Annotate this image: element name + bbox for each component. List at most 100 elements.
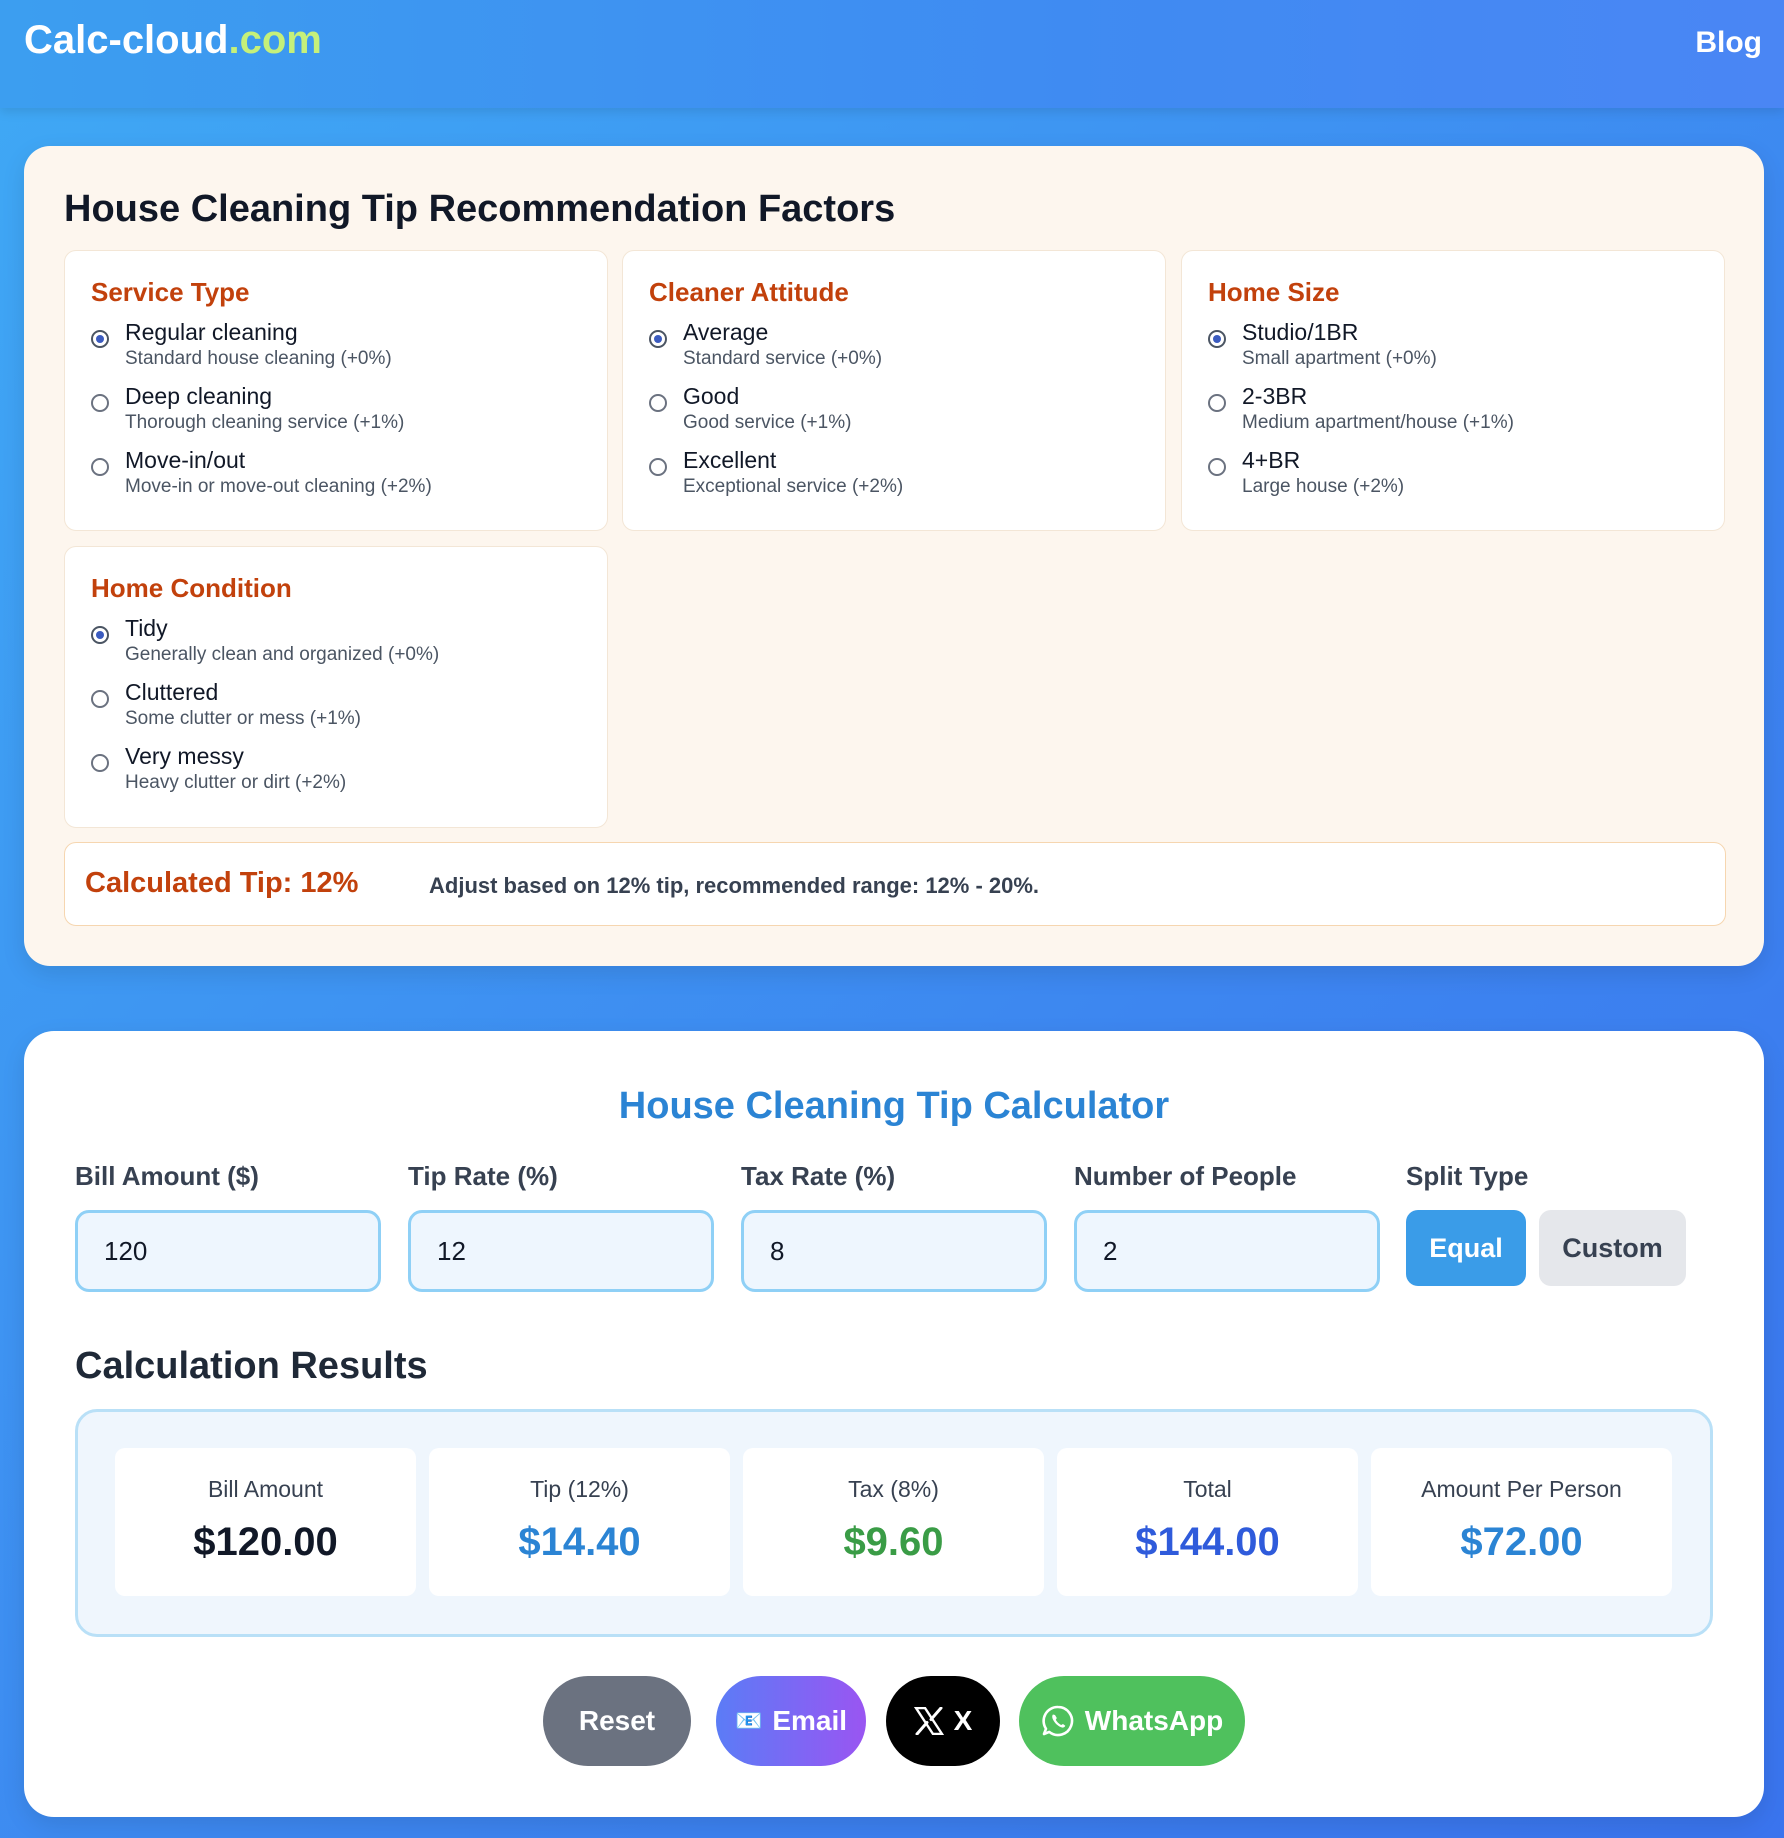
radio-button[interactable] — [91, 394, 109, 412]
option-description: Medium apartment/house (+1%) — [1242, 412, 1514, 433]
option-very-messy[interactable]: Very messy Heavy clutter or dirt (+2%) — [91, 742, 581, 806]
option-good[interactable]: Good Good service (+1%) — [649, 382, 1139, 446]
result-total: Total $144.00 — [1057, 1448, 1358, 1596]
result-label: Amount Per Person — [1421, 1476, 1622, 1502]
option-description: Generally clean and organized (+0%) — [125, 644, 440, 665]
option-regular-cleaning[interactable]: Regular cleaning Standard house cleaning… — [91, 318, 581, 382]
logo-main-text: Calc-cloud — [24, 18, 229, 62]
bill-amount-input[interactable] — [75, 1210, 381, 1292]
radio-button[interactable] — [91, 330, 109, 348]
radio-button[interactable] — [1208, 458, 1226, 476]
factors-title: House Cleaning Tip Recommendation Factor… — [64, 188, 896, 230]
x-label: X — [953, 1705, 973, 1736]
whatsapp-label: WhatsApp — [1084, 1705, 1224, 1736]
number-of-people-label: Number of People — [1074, 1161, 1297, 1191]
split-type-label: Split Type — [1406, 1161, 1529, 1191]
result-value: $144.00 — [1135, 1520, 1280, 1564]
option-description: Heavy clutter or dirt (+2%) — [125, 772, 347, 793]
radio-button[interactable] — [649, 458, 667, 476]
whatsapp-icon — [1041, 1704, 1075, 1738]
email-icon: 📧 — [734, 1708, 763, 1733]
result-per-person: Amount Per Person $72.00 — [1371, 1448, 1672, 1596]
calculated-tip-box: Calculated Tip: 12% Adjust based on 12% … — [64, 842, 1726, 926]
home-size-heading: Home Size — [1208, 277, 1340, 307]
radio-button[interactable] — [1208, 330, 1226, 348]
option-4plus-br[interactable]: 4+BR Large house (+2%) — [1208, 446, 1698, 510]
tax-rate-label: Tax Rate (%) — [741, 1161, 896, 1191]
result-label: Tax (8%) — [848, 1476, 939, 1502]
option-tidy[interactable]: Tidy Generally clean and organized (+0%) — [91, 614, 581, 678]
option-deep-cleaning[interactable]: Deep cleaning Thorough cleaning service … — [91, 382, 581, 446]
results-title: Calculation Results — [75, 1345, 428, 1387]
option-label: Deep cleaning — [125, 383, 273, 409]
option-label: Average — [683, 319, 769, 345]
home-condition-group: Home Condition Tidy Generally clean and … — [64, 546, 608, 828]
split-equal-button[interactable]: Equal — [1406, 1210, 1526, 1286]
radio-button[interactable] — [91, 626, 109, 644]
option-move-in-out[interactable]: Move-in/out Move-in or move-out cleaning… — [91, 446, 581, 510]
result-value: $72.00 — [1460, 1520, 1583, 1564]
calculated-tip-title: Calculated Tip: 12% — [85, 867, 359, 899]
option-description: Exceptional service (+2%) — [683, 476, 904, 497]
calculator-title: House Cleaning Tip Calculator — [618, 1085, 1170, 1127]
option-excellent[interactable]: Excellent Exceptional service (+2%) — [649, 446, 1139, 510]
option-label: Studio/1BR — [1242, 319, 1359, 345]
blog-link[interactable]: Blog — [1695, 26, 1762, 60]
results-panel: Bill Amount $120.00 Tip (12%) $14.40 Tax… — [75, 1409, 1713, 1637]
result-label: Bill Amount — [207, 1476, 324, 1502]
result-value: $9.60 — [843, 1520, 944, 1564]
number-of-people-input[interactable] — [1074, 1210, 1380, 1292]
radio-button[interactable] — [649, 330, 667, 348]
option-label: Tidy — [125, 615, 168, 641]
option-description: Move-in or move-out cleaning (+2%) — [125, 476, 432, 497]
option-average[interactable]: Average Standard service (+0%) — [649, 318, 1139, 382]
service-type-heading: Service Type — [91, 277, 250, 307]
option-description: Some clutter or mess (+1%) — [125, 708, 361, 729]
option-description: Standard service (+0%) — [683, 348, 883, 369]
bill-amount-label: Bill Amount ($) — [75, 1161, 259, 1191]
radio-button[interactable] — [649, 394, 667, 412]
tip-rate-label: Tip Rate (%) — [408, 1161, 558, 1191]
option-label: Regular cleaning — [125, 319, 298, 345]
option-label: 2-3BR — [1242, 383, 1308, 409]
option-description: Good service (+1%) — [683, 412, 852, 433]
option-description: Large house (+2%) — [1242, 476, 1405, 497]
option-label: Cluttered — [125, 679, 219, 705]
radio-button[interactable] — [1208, 394, 1226, 412]
radio-button[interactable] — [91, 754, 109, 772]
calculated-tip-note: Adjust based on 12% tip, recommended ran… — [429, 873, 1040, 898]
email-share-button[interactable]: 📧 Email — [716, 1676, 866, 1766]
cleaner-attitude-heading: Cleaner Attitude — [649, 277, 849, 307]
radio-button[interactable] — [91, 690, 109, 708]
tax-rate-input[interactable] — [741, 1210, 1047, 1292]
cleaner-attitude-group: Cleaner Attitude Average Standard servic… — [622, 250, 1166, 531]
email-label: Email — [772, 1705, 848, 1736]
tip-rate-input[interactable] — [408, 1210, 714, 1292]
home-size-group: Home Size Studio/1BR Small apartment (+0… — [1181, 250, 1725, 531]
option-2-3br[interactable]: 2-3BR Medium apartment/house (+1%) — [1208, 382, 1698, 446]
option-description: Small apartment (+0%) — [1242, 348, 1437, 369]
result-value: $14.40 — [518, 1520, 641, 1564]
option-studio-1br[interactable]: Studio/1BR Small apartment (+0%) — [1208, 318, 1698, 382]
top-navbar: Calc-cloud.com Blog — [0, 0, 1784, 108]
reset-label: Reset — [578, 1705, 656, 1736]
option-description: Thorough cleaning service (+1%) — [125, 412, 405, 433]
split-custom-button[interactable]: Custom — [1539, 1210, 1686, 1286]
home-condition-heading: Home Condition — [91, 573, 292, 603]
logo-tld-text: .com — [228, 18, 322, 62]
option-label: Excellent — [683, 447, 777, 473]
site-logo[interactable]: Calc-cloud.com — [24, 18, 322, 63]
service-type-group: Service Type Regular cleaning Standard h… — [64, 250, 608, 531]
whatsapp-share-button[interactable]: WhatsApp — [1019, 1676, 1245, 1766]
option-label: Move-in/out — [125, 447, 246, 473]
result-bill-amount: Bill Amount $120.00 — [115, 1448, 416, 1596]
x-share-button[interactable]: X — [886, 1676, 1000, 1766]
option-cluttered[interactable]: Cluttered Some clutter or mess (+1%) — [91, 678, 581, 742]
result-tax: Tax (8%) $9.60 — [743, 1448, 1044, 1596]
radio-button[interactable] — [91, 458, 109, 476]
reset-button[interactable]: Reset — [543, 1676, 691, 1766]
result-tip: Tip (12%) $14.40 — [429, 1448, 730, 1596]
result-value: $120.00 — [193, 1520, 338, 1564]
tip-calculator-card: House Cleaning Tip Calculator Bill Amoun… — [24, 1031, 1764, 1817]
result-label: Total — [1183, 1476, 1232, 1502]
